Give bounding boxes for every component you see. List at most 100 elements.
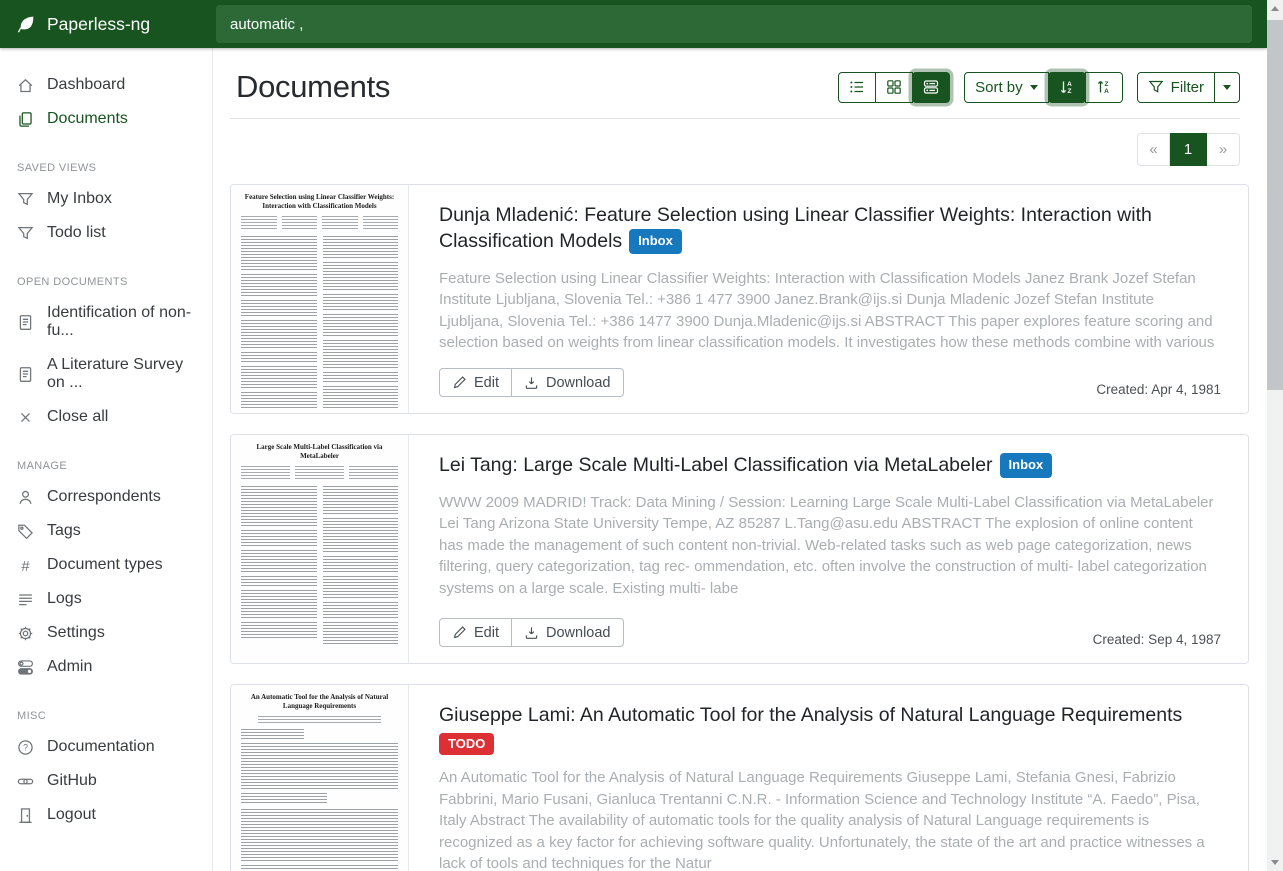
funnel-icon	[17, 225, 34, 242]
sidebar-item-label: Documents	[47, 110, 128, 128]
document-excerpt: WWW 2009 MADRID! Track: Data Mining / Se…	[439, 492, 1221, 608]
scrollbar[interactable]	[1267, 0, 1283, 871]
sidebar-item-label: A Literature Survey on ...	[47, 356, 195, 392]
pagination-next-button[interactable]: »	[1207, 133, 1240, 166]
download-button[interactable]: Download	[511, 618, 624, 647]
sidebar-section-misc: MISC	[0, 710, 212, 722]
sidebar-item-documents[interactable]: Documents	[0, 102, 212, 136]
sidebar-item-label: Correspondents	[47, 488, 161, 506]
sidebar-item-settings[interactable]: Settings	[0, 616, 212, 650]
sidebar-item-github[interactable]: GitHub	[0, 764, 212, 798]
view-large-cards-button[interactable]	[875, 72, 913, 103]
tag-badge[interactable]: Inbox	[1000, 453, 1053, 478]
file-text-icon	[17, 366, 34, 383]
card-actions: Edit Download	[439, 368, 624, 397]
filter-button[interactable]: Filter	[1137, 72, 1215, 103]
sidebar-item-label: Tags	[47, 522, 81, 540]
document-thumbnail[interactable]: An Automatic Tool for the Analysis of Na…	[231, 685, 409, 871]
sidebar-item-dashboard[interactable]: Dashboard	[0, 68, 212, 102]
document-excerpt: Feature Selection using Linear Classifie…	[439, 268, 1221, 358]
sidebar-item-my-inbox[interactable]: My Inbox	[0, 182, 212, 216]
hash-icon: #	[17, 557, 34, 574]
filter-group: Filter	[1137, 72, 1240, 103]
home-icon	[17, 77, 34, 94]
sidebar-section-open-documents: OPEN DOCUMENTS	[0, 276, 212, 288]
svg-text:#: #	[21, 558, 30, 573]
sidebar-item-correspondents[interactable]: Correspondents	[0, 480, 212, 514]
document-title: Dunja Mladenić: Feature Selection using …	[439, 202, 1221, 256]
tag-badge[interactable]: Inbox	[629, 229, 682, 254]
sidebar-item-label: Logout	[47, 806, 96, 824]
filter-dropdown-button[interactable]	[1214, 72, 1240, 103]
sidebar-item-logs[interactable]: Logs	[0, 582, 212, 616]
document-thumbnail[interactable]: Large Scale Multi-Label Classification v…	[231, 435, 409, 663]
document-title-link[interactable]: Lei Tang: Large Scale Multi-Label Classi…	[439, 454, 993, 476]
download-button[interactable]: Download	[511, 368, 624, 397]
sidebar-item-document-types[interactable]: # Document types	[0, 548, 212, 582]
download-icon	[524, 375, 539, 390]
sidebar-item-tags[interactable]: Tags	[0, 514, 212, 548]
main-content: Documents	[213, 48, 1267, 871]
filter-label: Filter	[1171, 79, 1204, 96]
sidebar-item-label: Todo list	[47, 224, 106, 242]
sort-group: Sort by AZ ZA	[964, 72, 1123, 103]
document-title-link[interactable]: Giuseppe Lami: An Automatic Tool for the…	[439, 704, 1182, 726]
chevron-down-icon	[1223, 85, 1231, 90]
document-thumbnail[interactable]: Feature Selection using Linear Classifie…	[231, 185, 409, 413]
sidebar-section-saved-views: SAVED VIEWS	[0, 162, 212, 174]
thumbnail-title: An Automatic Tool for the Analysis of Na…	[241, 693, 398, 711]
svg-text:Z: Z	[1104, 81, 1108, 88]
pagination-page-1[interactable]: 1	[1170, 133, 1207, 166]
view-details-button[interactable]	[912, 72, 950, 103]
file-text-icon	[17, 314, 34, 331]
document-title-link[interactable]: Dunja Mladenić: Feature Selection using …	[439, 204, 1152, 252]
tag-badge[interactable]: TODO	[439, 733, 494, 755]
sort-by-label: Sort by	[975, 79, 1023, 96]
sidebar-item-label: Dashboard	[47, 76, 125, 94]
created-date: Created: Sep 4, 1987	[1093, 632, 1221, 647]
divider	[230, 118, 1240, 119]
brand-link[interactable]: Paperless-ng	[0, 0, 213, 48]
scrollbar-down-arrow[interactable]	[1267, 854, 1283, 871]
global-search-input[interactable]: automatic ,	[216, 5, 1252, 43]
card-actions: Edit Download	[439, 618, 624, 647]
sidebar-item-documentation[interactable]: ? Documentation	[0, 730, 212, 764]
sort-by-button[interactable]: Sort by	[964, 72, 1049, 103]
funnel-icon	[1148, 79, 1164, 95]
thumbnail-authors	[241, 216, 398, 230]
sidebar-item-close-all[interactable]: Close all	[0, 400, 212, 434]
app-header: Paperless-ng automatic ,	[0, 0, 1267, 48]
sidebar-item-label: Admin	[47, 658, 92, 676]
sidebar-item-open-doc-2[interactable]: A Literature Survey on ...	[0, 348, 212, 400]
sort-ascending-button[interactable]: ZA	[1085, 72, 1123, 103]
sidebar-item-admin[interactable]: Admin	[0, 650, 212, 684]
document-badges: TODO	[439, 733, 1221, 755]
edit-button[interactable]: Edit	[439, 368, 512, 397]
sort-alpha-down-icon: AZ	[1059, 79, 1075, 95]
svg-text:A: A	[1067, 81, 1072, 88]
thumbnail-text	[241, 729, 398, 871]
thumbnail-text	[241, 236, 398, 412]
sidebar-item-label: Logs	[47, 590, 82, 608]
sidebar-section-manage: MANAGE	[0, 460, 212, 472]
chevron-down-icon	[1030, 85, 1038, 90]
search-value: automatic ,	[230, 16, 303, 33]
tag-icon	[17, 523, 34, 540]
scrollbar-up-arrow[interactable]	[1267, 0, 1283, 17]
sidebar-item-todo-list[interactable]: Todo list	[0, 216, 212, 250]
document-excerpt: An Automatic Tool for the Analysis of Na…	[439, 767, 1221, 871]
svg-text:Z: Z	[1067, 88, 1071, 95]
text-lines-icon	[17, 591, 34, 608]
sidebar-item-open-doc-1[interactable]: Identification of non-fu...	[0, 296, 212, 348]
view-small-cards-button[interactable]	[838, 72, 876, 103]
edit-button[interactable]: Edit	[439, 618, 512, 647]
scrollbar-thumb[interactable]	[1267, 20, 1283, 390]
view-toggle-group	[838, 72, 950, 103]
sort-descending-button[interactable]: AZ	[1048, 72, 1086, 103]
pencil-icon	[452, 375, 467, 390]
sidebar-item-logout[interactable]: Logout	[0, 798, 212, 832]
question-circle-icon: ?	[17, 739, 34, 756]
document-card: Large Scale Multi-Label Classification v…	[230, 434, 1249, 664]
pagination-prev-button[interactable]: «	[1137, 133, 1170, 166]
grid-icon	[886, 79, 902, 95]
